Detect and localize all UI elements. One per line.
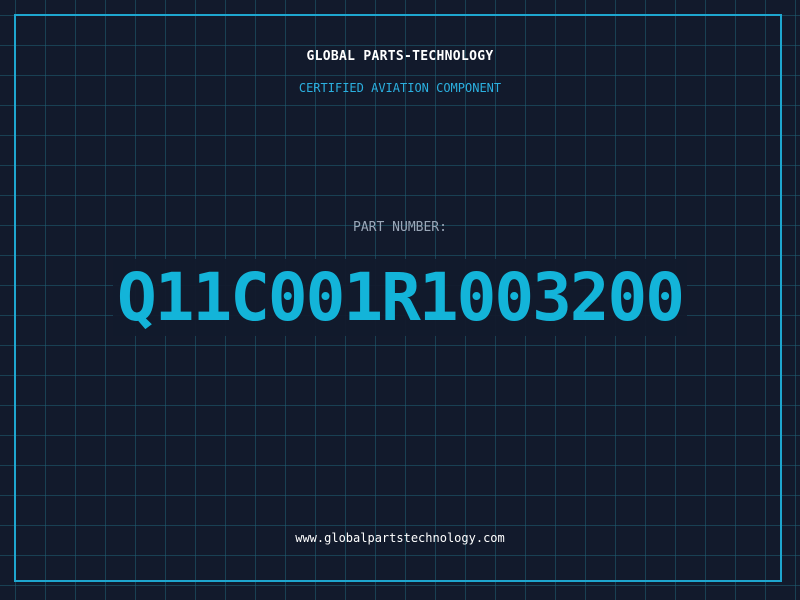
website-url: www.globalpartstechnology.com (295, 531, 505, 545)
part-number-value: Q11C001R1003200 (0, 258, 800, 338)
part-number-label: PART NUMBER: (353, 220, 447, 235)
certificate-card: GLOBAL PARTS-TECHNOLOGY CERTIFIED AVIATI… (0, 0, 800, 600)
part-number-text: Q11C001R1003200 (112, 259, 688, 336)
company-name: GLOBAL PARTS-TECHNOLOGY (306, 49, 494, 64)
certification-subtitle: CERTIFIED AVIATION COMPONENT (298, 81, 502, 95)
